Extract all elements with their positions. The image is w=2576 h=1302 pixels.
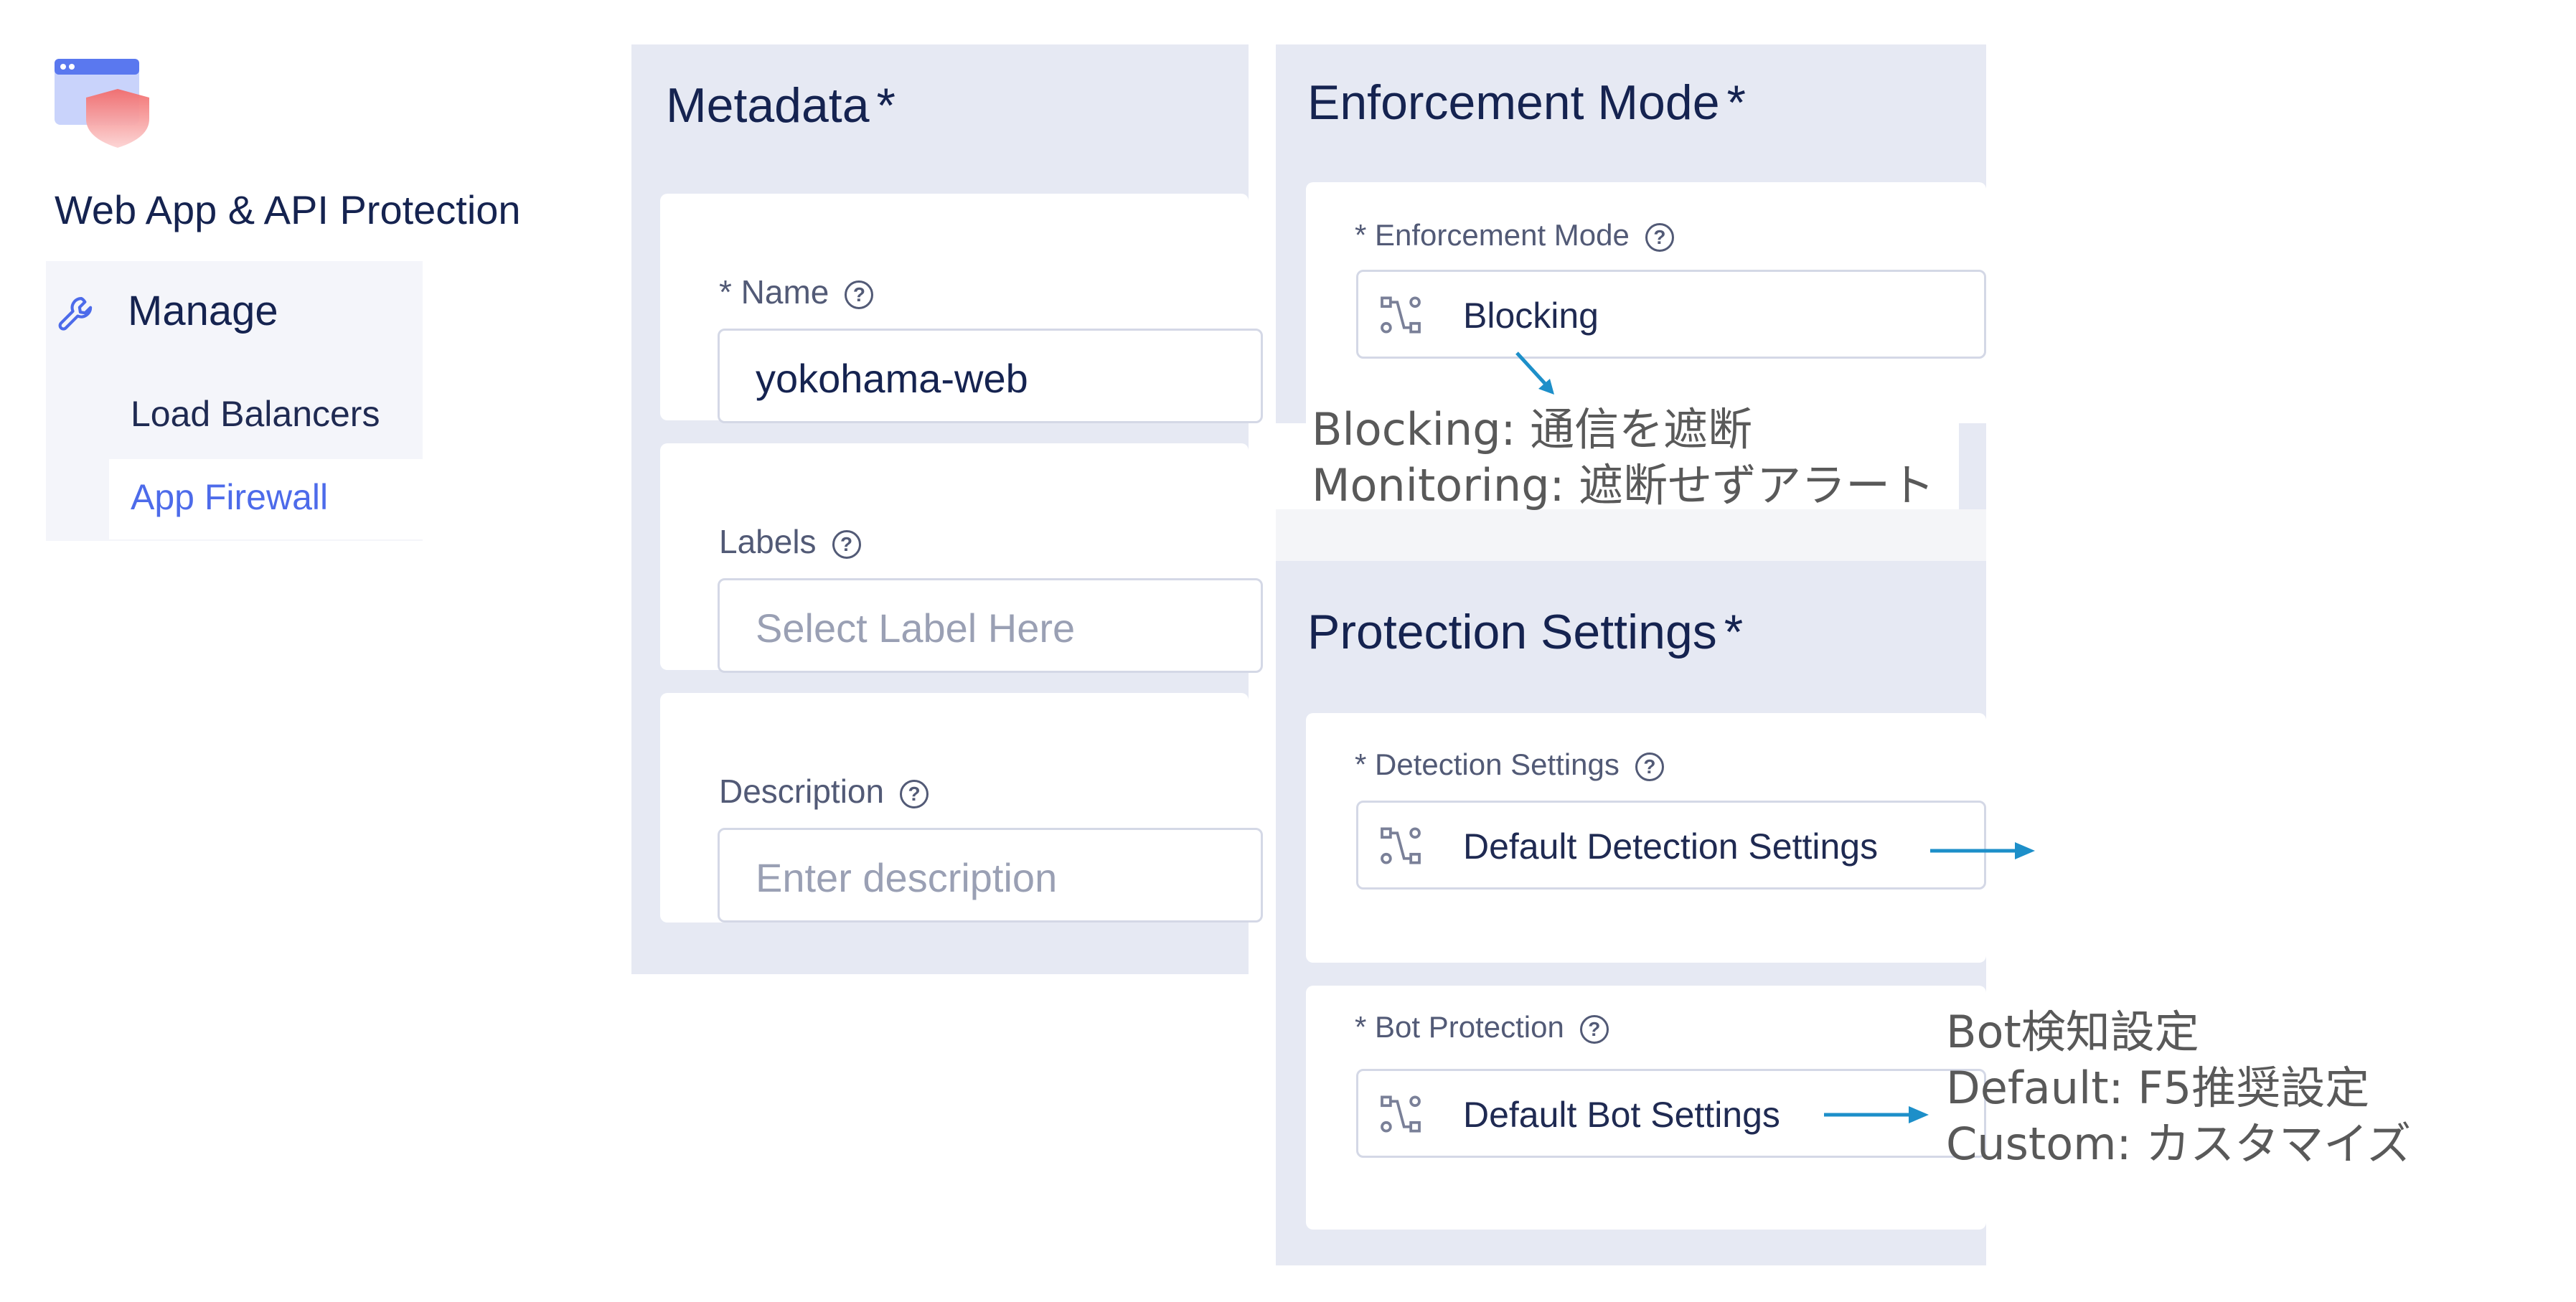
- help-icon[interactable]: ?: [1635, 752, 1664, 781]
- help-icon[interactable]: ?: [1645, 222, 1674, 252]
- description-label: Description?: [719, 772, 929, 811]
- sidebar-item-app-firewall[interactable]: App Firewall: [131, 476, 328, 518]
- description-input[interactable]: Enter description: [718, 828, 1263, 923]
- route-icon: [1381, 827, 1421, 864]
- detection-card: * Detection Settings? Default Detection …: [1306, 713, 1986, 963]
- annotation-line: Bot検知設定: [1946, 1006, 2199, 1058]
- labels-label: Labels?: [719, 522, 861, 561]
- enforcement-title: Enforcement Mode *: [1307, 75, 1746, 130]
- help-icon[interactable]: ?: [900, 779, 929, 808]
- detection-label: * Detection Settings?: [1355, 747, 1664, 782]
- nav-section-manage[interactable]: Manage: [55, 287, 278, 336]
- labels-placeholder: Select Label Here: [756, 605, 1076, 651]
- app-logo-icon: [55, 59, 149, 148]
- route-icon: [1381, 1095, 1421, 1133]
- name-input-value: yokohama-web: [756, 356, 1028, 401]
- arrow-annotation-bot: [1824, 1106, 1929, 1123]
- bot-value: Default Bot Settings: [1463, 1095, 1780, 1135]
- description-placeholder: Enter description: [756, 855, 1058, 900]
- name-label: * Name?: [719, 273, 874, 311]
- protection-title: Protection Settings *: [1307, 605, 1744, 659]
- annotation-line: Default: F5推奨設定: [1946, 1062, 2370, 1114]
- labels-select[interactable]: Select Label Here: [718, 578, 1263, 673]
- help-icon[interactable]: ?: [845, 280, 874, 309]
- name-input[interactable]: yokohama-web: [718, 329, 1263, 423]
- help-icon[interactable]: ?: [832, 529, 861, 559]
- sidebar-item-load-balancers[interactable]: Load Balancers: [131, 393, 380, 435]
- app-title: Web App & API Protection: [55, 187, 521, 232]
- arrow-annotation-detection: [1930, 842, 2035, 859]
- route-icon: [1381, 296, 1421, 334]
- enforcement-label: * Enforcement Mode?: [1355, 218, 1674, 253]
- name-card: * Name? yokohama-web: [660, 194, 1263, 423]
- detection-value: Default Detection Settings: [1463, 826, 1879, 867]
- protection-panel: Protection Settings * * Detection Setting…: [1276, 561, 1986, 1265]
- labels-card: Labels? Select Label Here: [660, 443, 1263, 673]
- wrench-icon: [58, 296, 93, 331]
- enforcement-select[interactable]: Blocking: [1356, 270, 1986, 359]
- metadata-panel: Metadata * * Name? yokohama-web Labels? S…: [631, 44, 1263, 974]
- panel-gap: [1276, 509, 1986, 561]
- description-card: Description? Enter description: [660, 693, 1263, 923]
- detection-select[interactable]: Default Detection Settings: [1356, 801, 1986, 890]
- panel-edge: [1959, 423, 1986, 509]
- arrow-annotation-enforcement: [1515, 352, 1554, 395]
- annotation-line: Monitoring: 遮断せずアラート: [1312, 459, 1935, 511]
- enforcement-value: Blocking: [1463, 296, 1599, 336]
- metadata-title: Metadata *: [666, 78, 896, 133]
- annotation-bot: Bot検知設定 Default: F5推奨設定 Custom: カスタマイズ: [1946, 1004, 2411, 1172]
- annotation-line: Blocking: 通信を遮断: [1312, 403, 1753, 456]
- annotation-line: Custom: カスタマイズ: [1946, 1118, 2412, 1170]
- nav-section-label: Manage: [128, 288, 278, 334]
- help-icon[interactable]: ?: [1579, 1014, 1609, 1044]
- bot-label: * Bot Protection?: [1355, 1010, 1609, 1044]
- annotation-enforcement: Blocking: 通信を遮断 Monitoring: 遮断せずアラート: [1312, 402, 1935, 514]
